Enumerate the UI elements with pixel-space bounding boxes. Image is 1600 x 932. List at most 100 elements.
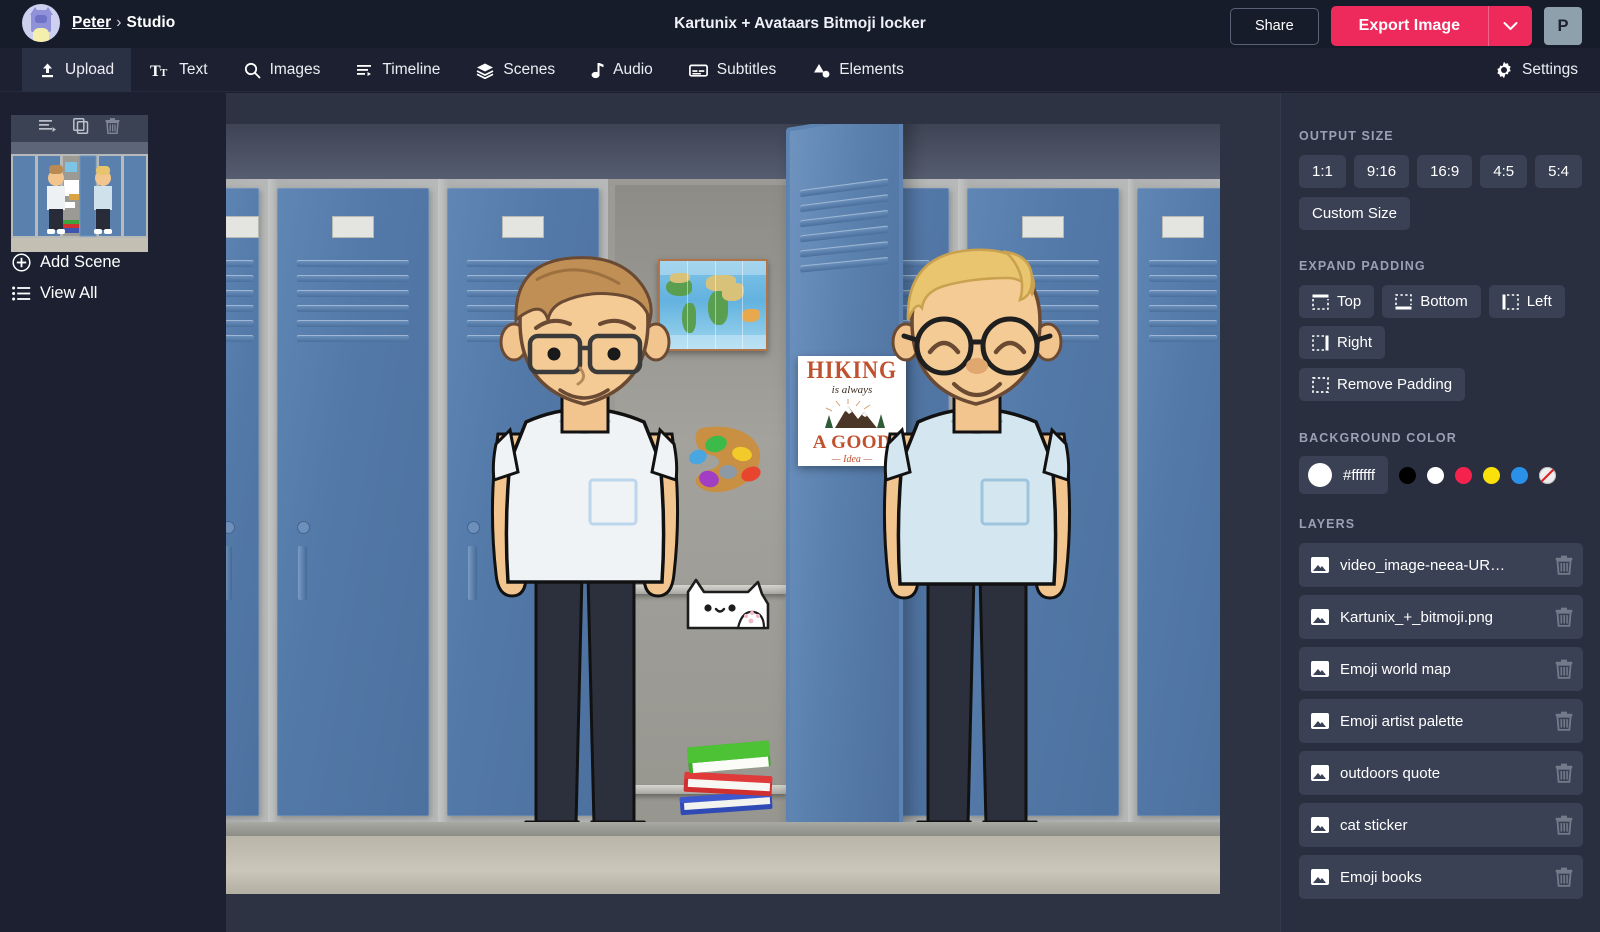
scene-card[interactable] <box>11 115 148 252</box>
floor <box>226 836 1220 894</box>
ratio-1-1[interactable]: 1:1 <box>1299 155 1346 188</box>
ratio-5-4[interactable]: 5:4 <box>1535 155 1582 188</box>
trash-icon[interactable] <box>105 118 120 139</box>
avatar-left[interactable] <box>464 244 704 894</box>
background-color-label: BACKGROUND COLOR <box>1299 431 1457 445</box>
share-button[interactable]: Share <box>1229 7 1319 45</box>
breadcrumb-user[interactable]: Peter <box>72 14 111 31</box>
cat-avatar-icon[interactable] <box>22 4 60 42</box>
add-scene-button[interactable]: Add Scene <box>12 253 121 272</box>
remove-padding-label: Remove Padding <box>1337 376 1453 393</box>
background-color-picker[interactable]: #ffffff <box>1299 456 1388 494</box>
swatch-black[interactable] <box>1399 466 1416 484</box>
locker-handle <box>298 545 308 600</box>
tool-audio[interactable]: Audio <box>574 48 670 92</box>
swatch-blue[interactable] <box>1511 466 1528 484</box>
locker-vents <box>226 260 254 350</box>
layer-row[interactable]: Kartunix_+_bitmoji.png <box>1299 595 1583 639</box>
image-icon <box>1311 661 1329 677</box>
locker-latch <box>226 520 236 534</box>
ratio-16-9[interactable]: 16:9 <box>1417 155 1473 188</box>
swatch-transparent[interactable] <box>1539 466 1556 484</box>
locker-latch <box>296 520 310 534</box>
settings-button[interactable]: Settings <box>1495 48 1578 92</box>
breadcrumb-section[interactable]: Studio <box>127 14 176 31</box>
top-bar-actions: Share Export Image P <box>1229 6 1582 46</box>
image-icon <box>1311 817 1329 833</box>
swatch-red[interactable] <box>1455 466 1472 484</box>
avatar-right[interactable] <box>856 234 1096 894</box>
image-icon <box>1311 557 1329 573</box>
locker-nameplate <box>226 216 259 238</box>
image-icon <box>1311 713 1329 729</box>
music-note-icon <box>591 62 604 79</box>
trash-icon[interactable] <box>1555 763 1573 783</box>
chevron-down-icon[interactable] <box>1488 6 1532 46</box>
layer-name: cat sticker <box>1340 816 1408 834</box>
pad-right-icon <box>1312 334 1329 351</box>
ratio-4-5[interactable]: 4:5 <box>1480 155 1528 188</box>
pad-left-icon <box>1502 293 1519 310</box>
padding-left-button[interactable]: Left <box>1488 285 1565 318</box>
breadcrumb-separator: › <box>116 14 122 31</box>
wall-top <box>226 124 1220 179</box>
trash-icon[interactable] <box>1555 867 1573 887</box>
tool-timeline[interactable]: Timeline <box>339 48 457 92</box>
padding-top-button[interactable]: Top <box>1299 285 1375 318</box>
tool-scenes[interactable]: Scenes <box>459 48 572 92</box>
add-scene-label: Add Scene <box>40 253 121 271</box>
layer-row[interactable]: outdoors quote <box>1299 751 1583 795</box>
custom-size-button[interactable]: Custom Size <box>1299 197 1411 230</box>
swatch-yellow[interactable] <box>1483 466 1500 484</box>
top-bar: Peter › Studio Kartunix + Avataars Bitmoji… <box>0 0 1600 48</box>
trash-icon[interactable] <box>1555 607 1573 627</box>
reorder-icon[interactable] <box>39 119 57 138</box>
tool-elements[interactable]: Elements <box>795 48 921 92</box>
tool-text[interactable]: TT Text <box>133 48 224 92</box>
canvas-stage[interactable]: HIKING is always A GOOD — Idea — <box>226 124 1220 894</box>
padding-chip-group: Top Bottom Left Right <box>1299 285 1583 359</box>
trash-icon[interactable] <box>1555 659 1573 679</box>
tool-label: Timeline <box>382 61 441 78</box>
trash-icon[interactable] <box>1555 815 1573 835</box>
trash-icon[interactable] <box>1555 555 1573 575</box>
padding-bottom-button[interactable]: Bottom <box>1382 285 1481 318</box>
layers-section: LAYERS video_image-neea-UR… Kartunix_+_bi… <box>1299 517 1583 907</box>
layer-row[interactable]: Emoji artist palette <box>1299 699 1583 743</box>
current-color-hex: #ffffff <box>1343 466 1375 484</box>
padding-top-label: Top <box>1337 293 1362 310</box>
layer-row[interactable]: Emoji books <box>1299 855 1583 899</box>
image-icon <box>1311 609 1329 625</box>
remove-padding-button[interactable]: Remove Padding <box>1299 368 1466 401</box>
duplicate-icon[interactable] <box>73 118 89 139</box>
swatch-white[interactable] <box>1427 466 1444 484</box>
layer-row[interactable]: video_image-neea-UR… <box>1299 543 1583 587</box>
tool-upload[interactable]: Upload <box>22 48 132 92</box>
scenes-sidebar: Add Scene View All <box>0 93 226 932</box>
scene-thumbnail[interactable] <box>11 142 148 252</box>
layer-row[interactable]: Emoji world map <box>1299 647 1583 691</box>
tool-label: Subtitles <box>716 61 777 78</box>
padding-right-button[interactable]: Right <box>1299 326 1386 359</box>
color-swatch-row: #ffffff <box>1299 456 1583 494</box>
canvas-area[interactable]: HIKING is always A GOOD — Idea — <box>226 93 1280 932</box>
tool-subtitles[interactable]: Subtitles <box>672 48 793 92</box>
list-icon <box>12 285 31 302</box>
tool-images[interactable]: Images <box>227 48 338 92</box>
text-icon: TT <box>150 62 170 79</box>
document-title-text: Kartunix + Avataars Bitmoji locker <box>674 15 926 32</box>
tool-label: Audio <box>613 61 653 78</box>
padding-right-label: Right <box>1337 334 1373 351</box>
view-all-button[interactable]: View All <box>12 284 121 303</box>
layer-row[interactable]: cat sticker <box>1299 803 1583 847</box>
scene-card-toolbar <box>11 115 148 142</box>
pad-remove-icon <box>1312 376 1329 393</box>
export-image-button[interactable]: Export Image <box>1330 6 1488 46</box>
shapes-icon <box>812 62 830 79</box>
view-all-label: View All <box>40 284 98 302</box>
profile-chip[interactable]: P <box>1544 7 1582 45</box>
background-color-section: BACKGROUND COLOR #ffffff <box>1299 431 1583 494</box>
scene-actions: Add Scene View All <box>0 253 121 303</box>
ratio-9-16[interactable]: 9:16 <box>1353 155 1410 188</box>
trash-icon[interactable] <box>1555 711 1573 731</box>
